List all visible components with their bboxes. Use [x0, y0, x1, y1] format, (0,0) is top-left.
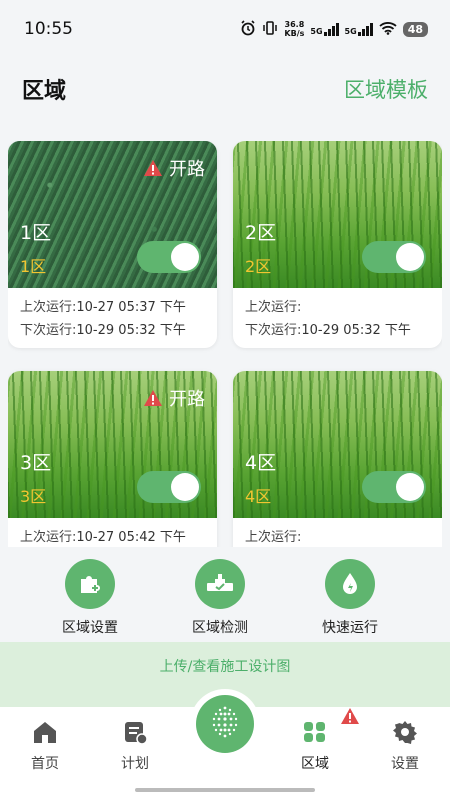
- last-run-label: 上次运行:: [245, 530, 302, 545]
- zone-sub-label: 1区: [20, 257, 47, 276]
- zone-enable-toggle[interactable]: [362, 471, 426, 503]
- zone-info: 上次运行: 下次运行: 10-29 05:32 下午: [233, 288, 442, 342]
- signal-bars-icon: [357, 22, 373, 36]
- signal-1: 5G: [310, 22, 339, 36]
- home-indicator: [135, 788, 315, 792]
- last-run-label: 上次运行:: [245, 300, 302, 315]
- wifi-icon: [379, 21, 397, 38]
- last-run-label: 上次运行:: [20, 530, 77, 545]
- zone-card[interactable]: 2区 2区 上次运行: 下次运行: 10-29 05:32 下午: [233, 141, 442, 348]
- zone-enable-toggle[interactable]: [137, 471, 201, 503]
- zone-image: 4区 4区: [233, 371, 442, 518]
- alert-text: 开路: [169, 159, 205, 180]
- signal-bars-icon: [323, 22, 339, 36]
- quick-run-label: 快速运行: [322, 620, 378, 636]
- zone-detect-label: 区域检测: [192, 620, 248, 636]
- zone-card[interactable]: 开路 3区 3区 上次运行: 10-27 05:42 下午: [8, 371, 217, 547]
- tab-plan-label: 计划: [121, 756, 149, 772]
- alert-text: 开路: [169, 389, 205, 410]
- zone-sub-label: 3区: [20, 487, 47, 506]
- tab-zone-label: 区域: [301, 756, 329, 772]
- alarm-icon: [240, 19, 256, 39]
- zone-alert: 开路: [143, 155, 205, 181]
- zone-card[interactable]: 开路 1区 1区 上次运行: 10-27 05:37 下午 下次运行: 10-29 …: [8, 141, 217, 348]
- tab-plan[interactable]: 计划: [100, 719, 170, 773]
- page-title: 区域: [22, 79, 67, 104]
- vibrate-icon: [262, 20, 278, 38]
- center-action-button[interactable]: [196, 695, 254, 753]
- zone-name: 2区: [245, 222, 277, 244]
- battery-indicator: 48: [402, 21, 428, 37]
- zone-image: 开路 3区 3区: [8, 371, 217, 518]
- last-run-value: 10-27 05:42 下午: [76, 530, 186, 545]
- tab-settings[interactable]: 设置: [370, 719, 440, 773]
- zone-image: 2区 2区: [233, 141, 442, 288]
- toggle-knob: [396, 473, 424, 501]
- zone-sub-label: 4区: [245, 487, 272, 506]
- tab-warning-icon: [340, 707, 360, 729]
- tab-settings-label: 设置: [391, 756, 419, 772]
- valve-check-icon: [195, 559, 245, 609]
- zone-grid-icon: [301, 722, 329, 749]
- status-icons: 36.8 KB/s 5G 5G 48: [240, 19, 428, 39]
- zone-sub-label: 2区: [245, 257, 272, 276]
- zone-enable-toggle[interactable]: [362, 241, 426, 273]
- quick-run-button[interactable]: 快速运行: [295, 559, 405, 637]
- status-time: 10:55: [24, 19, 73, 39]
- zone-settings-button[interactable]: 区域设置: [35, 559, 145, 637]
- home-icon: [31, 722, 59, 749]
- next-run-label: 下次运行:: [245, 323, 302, 338]
- signal-2: 5G: [344, 22, 373, 36]
- warning-icon: [143, 389, 163, 407]
- zone-grid: 开路 1区 1区 上次运行: 10-27 05:37 下午 下次运行: 10-29 …: [8, 141, 442, 547]
- tab-home[interactable]: 首页: [10, 719, 80, 773]
- water-drop-icon: [325, 559, 375, 609]
- zone-template-link[interactable]: 区域模板: [344, 74, 428, 104]
- bottom-tab-bar: 首页 计划 区域 设置: [0, 695, 450, 800]
- warning-icon: [143, 159, 163, 177]
- next-run-value: 10-29 05:32 下午: [76, 323, 186, 338]
- zone-image: 开路 1区 1区: [8, 141, 217, 288]
- zone-detect-button[interactable]: 区域检测: [165, 559, 275, 637]
- zone-name: 3区: [20, 452, 52, 474]
- zone-info: 上次运行: 10-27 05:37 下午 下次运行: 10-29 05:32 下午: [8, 288, 217, 342]
- banner-text: 上传/查看施工设计图: [159, 658, 291, 675]
- quick-actions: 区域设置 区域检测 快速运行: [0, 547, 450, 642]
- signal-1-label: 5G: [310, 26, 323, 36]
- dots-sphere-icon: [206, 703, 244, 745]
- net-speed: 36.8 KB/s: [284, 20, 304, 38]
- gear-icon: [392, 721, 418, 749]
- signal-2-label: 5G: [344, 26, 357, 36]
- toggle-knob: [171, 473, 199, 501]
- header: 区域 区域模板: [0, 58, 450, 120]
- last-run-label: 上次运行:: [20, 300, 77, 315]
- zone-enable-toggle[interactable]: [137, 241, 201, 273]
- tab-zone[interactable]: 区域: [280, 708, 359, 773]
- zone-name: 4区: [245, 452, 277, 474]
- zone-info: 上次运行: 10-27 05:42 下午: [8, 518, 217, 547]
- plan-icon: [122, 722, 148, 749]
- next-run-value: 10-29 05:32 下午: [301, 323, 411, 338]
- zone-card[interactable]: 4区 4区 上次运行:: [233, 371, 442, 547]
- toggle-knob: [171, 243, 199, 271]
- tab-home-label: 首页: [31, 756, 59, 772]
- zone-alert: 开路: [143, 385, 205, 411]
- zone-info: 上次运行:: [233, 518, 442, 547]
- zone-name: 1区: [20, 222, 52, 244]
- puzzle-plus-icon: [65, 559, 115, 609]
- zone-settings-label: 区域设置: [62, 620, 118, 636]
- last-run-value: 10-27 05:37 下午: [76, 300, 186, 315]
- net-speed-value: 36.8: [284, 20, 305, 29]
- status-bar: 10:55 36.8 KB/s 5G 5G 48: [0, 0, 450, 58]
- next-run-label: 下次运行:: [20, 323, 77, 338]
- net-speed-unit: KB/s: [284, 29, 305, 38]
- toggle-knob: [396, 243, 424, 271]
